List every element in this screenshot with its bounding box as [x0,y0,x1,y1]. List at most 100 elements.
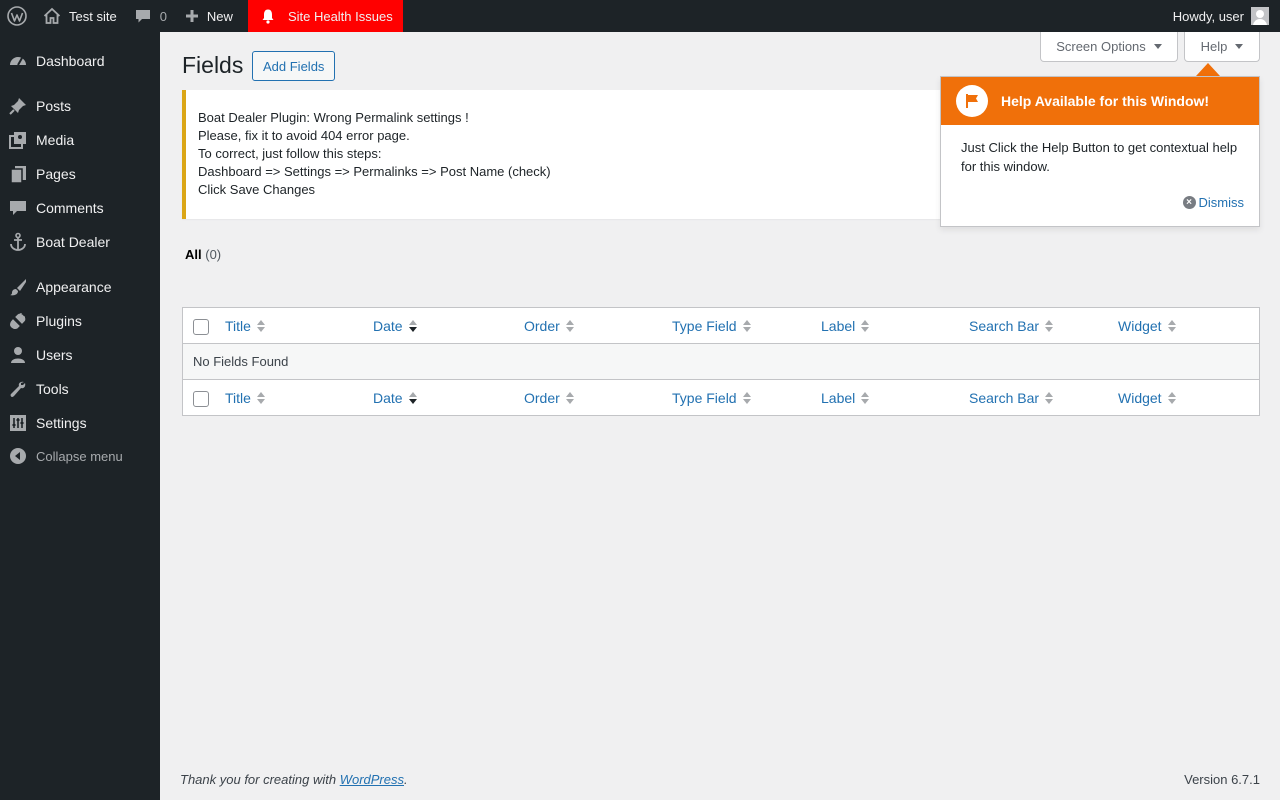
media-icon [0,130,36,150]
column-order[interactable]: Order [524,308,574,344]
new-content-button[interactable]: New [175,0,248,32]
sidebar-item-label: Plugins [36,313,82,329]
column-label: Title [225,318,251,334]
notice-line: Dashboard => Settings => Permalinks => P… [198,164,551,179]
site-name-link[interactable]: Test site [34,0,125,32]
select-all-checkbox[interactable] [193,319,209,335]
my-account-menu[interactable]: Howdy, user [1173,0,1280,32]
site-health-label: Site Health Issues [287,8,393,24]
footer-thanks-prefix: Thank you for creating with [180,772,340,787]
column-title[interactable]: Title [225,308,265,344]
column-widget[interactable]: Widget [1118,380,1176,416]
comments-link[interactable]: 0 [125,0,175,32]
sort-arrows-icon [256,320,265,332]
column-search-bar[interactable]: Search Bar [969,308,1054,344]
screen-options-label: Screen Options [1056,39,1146,54]
column-label: Date [373,318,403,334]
screen-options-button[interactable]: Screen Options [1040,32,1178,62]
sidebar-item-appearance[interactable]: Appearance [0,270,160,304]
help-button[interactable]: Help [1184,32,1260,62]
comments-count: 0 [159,8,167,24]
help-pointer-header: Help Available for this Window! [941,77,1259,125]
column-search-bar[interactable]: Search Bar [969,380,1054,416]
column-date[interactable]: Date [373,308,417,344]
sidebar-item-comments[interactable]: Comments [0,191,160,225]
sort-arrows-icon [861,320,870,332]
sort-arrows-icon [565,392,574,404]
column-date[interactable]: Date [373,380,417,416]
column-label: Widget [1118,390,1162,406]
sidebar-item-users[interactable]: Users [0,338,160,372]
bell-icon [262,9,274,24]
sidebar-item-media[interactable]: Media [0,123,160,157]
sort-arrows-icon [565,320,574,332]
page-title: Fields [182,52,244,78]
column-label: Type Field [672,390,737,406]
help-label: Help [1200,39,1228,54]
notice-line: Please, fix it to avoid 404 error page. [198,128,410,143]
column-type-field[interactable]: Type Field [672,380,751,416]
sort-arrows-icon [742,320,751,332]
close-circle-icon: × [1182,196,1196,209]
column-label: Type Field [672,318,737,334]
column-label[interactable]: Label [821,308,870,344]
status-filter: All (0) [185,247,221,262]
comment-bubble-icon [135,10,150,23]
select-all-checkbox[interactable] [193,391,209,407]
add-fields-button[interactable]: Add Fields [252,51,336,81]
notice-line: Click Save Changes [198,182,316,197]
collapse-menu-label: Collapse menu [36,448,123,464]
sidebar-item-label: Dashboard [36,53,105,69]
column-label: Search Bar [969,390,1040,406]
sort-arrows-icon [408,320,417,332]
dismiss-link[interactable]: × Dismiss [1182,195,1244,210]
site-name-label: Test site [69,8,117,24]
help-pointer-body: Just Click the Help Button to get contex… [961,140,1238,174]
sliders-icon [0,413,36,433]
permalink-warning-notice: Boat Dealer Plugin: Wrong Permalink sett… [182,90,962,219]
column-order[interactable]: Order [524,380,574,416]
sort-arrows-icon [1167,392,1176,404]
sidebar-item-settings[interactable]: Settings [0,406,160,440]
collapse-menu-button[interactable]: Collapse menu [0,439,160,473]
admin-bar: Test site 0 New Site Health Issues Howdy… [0,0,1280,32]
filter-all-link[interactable]: All [185,247,202,262]
plus-icon [185,10,198,22]
sidebar-item-boat-dealer[interactable]: Boat Dealer [0,225,160,259]
admin-sidebar: Dashboard Posts Media Pages Comments Boa… [0,32,160,800]
new-label: New [206,8,233,24]
column-label: Label [821,318,856,334]
column-label: Title [225,390,251,406]
table-footer: Title Date Order Type Field Label Search… [182,379,1260,416]
home-icon [43,7,61,24]
sort-arrows-icon [1045,392,1054,404]
footer-thanks: Thank you for creating with WordPress. [180,772,408,787]
column-label: Search Bar [969,318,1040,334]
sidebar-item-plugins[interactable]: Plugins [0,304,160,338]
comment-icon [0,198,36,218]
column-label[interactable]: Label [821,380,870,416]
sidebar-item-dashboard[interactable]: Dashboard [0,44,160,78]
sidebar-item-pages[interactable]: Pages [0,157,160,191]
anchor-icon [0,232,36,252]
column-widget[interactable]: Widget [1118,308,1176,344]
column-title[interactable]: Title [225,380,265,416]
wordpress-logo-button[interactable] [0,0,34,32]
sort-arrows-icon [1045,320,1054,332]
main-content: Fields Add Fields Screen Options Help Bo… [160,32,1280,800]
sidebar-item-label: Media [36,132,75,148]
wordpress-link[interactable]: WordPress [340,772,404,787]
site-health-button[interactable]: Site Health Issues [247,0,403,32]
sidebar-item-label: Tools [36,381,69,397]
column-type-field[interactable]: Type Field [672,308,751,344]
footer-version: Version 6.7.1 [1184,772,1260,787]
sort-arrows-icon [861,392,870,404]
sort-arrows-icon [256,392,265,404]
flag-icon [956,85,988,117]
sort-arrows-icon [1167,320,1176,332]
sidebar-item-posts[interactable]: Posts [0,89,160,123]
sidebar-item-tools[interactable]: Tools [0,372,160,406]
column-label: Order [524,318,560,334]
sort-arrows-icon [408,392,417,404]
sidebar-item-label: Pages [36,166,76,182]
